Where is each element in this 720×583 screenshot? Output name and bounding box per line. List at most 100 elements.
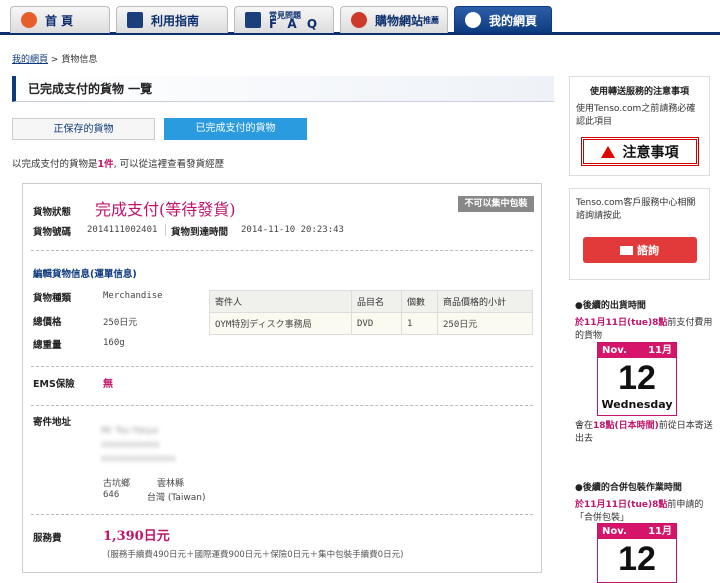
packing-date: 於11月11日(tue) — [575, 500, 653, 510]
table-row: OYM特別ディスク事務局 DVD 1 250日元 — [209, 312, 533, 335]
status-value: 完成支付(等待發貨) — [95, 200, 236, 219]
divider — [31, 514, 533, 515]
status-label: 貨物狀態 — [33, 207, 72, 218]
packing-title: ●後續的合併包裝作業時間 — [575, 483, 682, 493]
faq-icon — [245, 12, 261, 28]
address-line-blurred: xxxxxxxxxxx — [101, 440, 160, 450]
cal-day: 12 — [618, 540, 656, 578]
arrival-time-label: 貨物到達時間 — [171, 227, 229, 238]
cell-subtotal: 250日元 — [437, 312, 533, 335]
notice-button[interactable]: 注意事項 — [580, 137, 699, 166]
note-prefix: 以完成支付的貨物是 — [12, 159, 98, 170]
notice-text: 使用Tenso.com之前請務必確認此項目 — [576, 104, 696, 127]
breadcrumb-home-link[interactable]: 我的網頁 — [12, 55, 48, 65]
divider — [31, 250, 533, 251]
mypage-icon — [465, 12, 481, 28]
service-fee-value: 1,390日元 — [103, 529, 170, 544]
tab-home[interactable]: 首 頁 — [10, 6, 110, 33]
cal-month-num: 11月 — [648, 345, 672, 356]
cell-quantity: 1 — [401, 312, 438, 335]
ems-insurance-label: EMS保險 — [33, 379, 75, 390]
table-header-row: 寄件人 品目名 個數 商品價格的小計 — [209, 290, 533, 313]
tab-saved-items[interactable]: 正保存的貨物 — [12, 118, 155, 140]
notice-button-label: 注意事項 — [622, 144, 679, 161]
items-table: 寄件人 品目名 個數 商品價格的小計 OYM特別ディスク事務局 DVD 1 25… — [209, 290, 533, 335]
address-zip: 646 — [103, 490, 120, 500]
contact-button[interactable]: 諮詢 — [582, 237, 697, 263]
edit-item-info-link[interactable]: 編輯貨物信息(運單信息) — [33, 266, 137, 280]
cal-month: Nov. — [602, 345, 627, 356]
packing-calendar: Nov. 11月 12 — [597, 523, 677, 583]
item-type-label: 貨物種類 — [33, 293, 72, 304]
item-number-value: 2014111002401 — [87, 225, 158, 235]
cal-day: 12 — [618, 359, 656, 397]
service-fee-label: 服務費 — [33, 533, 62, 544]
col-sender: 寄件人 — [209, 290, 352, 313]
shipping-after-note: 會在18點(日本時間)前從日本寄送出去 — [575, 420, 715, 446]
shipping-calendar: Nov. 11月 12 Wednesday — [597, 342, 677, 416]
item-type-value: Merchandise — [103, 291, 163, 301]
tab-guide-label: 利用指南 — [151, 13, 200, 28]
tab-faq[interactable]: 常見問題 F A Q — [234, 6, 334, 33]
address-county: 雲林縣 — [157, 479, 185, 489]
tab-paid-items[interactable]: 已完成支付的貨物 — [164, 118, 307, 140]
warning-icon — [600, 145, 615, 158]
tab-mypage[interactable]: 我的網頁 — [454, 6, 552, 33]
tab-shopping-label: 購物網站 — [375, 13, 424, 28]
shipping-title: ●後續的出貨時間 — [575, 301, 646, 311]
contact-text: Tenso.com客戶服務中心相關諮詢請按此 — [576, 198, 696, 221]
cal-month: Nov. — [602, 526, 627, 537]
col-subtotal: 商品價格的小計 — [437, 290, 533, 313]
notice-panel: 使用轉送服務的注意事項 使用Tenso.com之前請務必確認此項目 注意事項 — [569, 76, 710, 176]
col-item-name: 品目名 — [351, 290, 402, 313]
cell-sender: OYM特別ディスク事務局 — [209, 312, 352, 335]
book-icon — [127, 12, 143, 28]
ems-insurance-value: 無 — [103, 379, 113, 390]
tab-mypage-label: 我的網頁 — [489, 13, 538, 28]
divider — [31, 405, 533, 406]
total-price-value: 250日元 — [103, 318, 138, 328]
shipping-hour: 8點 — [652, 318, 668, 328]
arrival-time-value: 2014-11-10 20:23:43 — [241, 225, 344, 235]
tab-shopping-suffix: 推薦 — [423, 15, 440, 25]
contact-button-label: 諮詢 — [637, 244, 659, 257]
tab-shopping[interactable]: 購物網站 推薦 — [340, 6, 448, 33]
address-label: 寄件地址 — [33, 417, 72, 428]
ship-after-prefix: 會在 — [575, 421, 594, 431]
address-line-blurred: xxxxxxxxxxxxxx — [101, 454, 176, 464]
paid-items-note: 以完成支付的貨物是1件, 可以從這裡查看發貨經歷 — [12, 156, 224, 170]
address-township: 古坑鄉 — [103, 479, 131, 489]
cell-item-name: DVD — [351, 312, 402, 335]
note-suffix: , 可以從這裡查看發貨經歷 — [113, 159, 225, 170]
shipping-schedule: ●後續的出貨時間 於11月11日(tue)8點前支付費用的貨物 — [575, 300, 715, 343]
address-line-blurred: Mr Tso Haiya — [101, 426, 159, 436]
shipment-detail-panel: 貨物狀態 完成支付(等待發貨) 不可以集中包裝 貨物號碼 20141110024… — [22, 183, 542, 573]
contact-panel: Tenso.com客戶服務中心相關諮詢請按此 諮詢 — [569, 188, 710, 280]
breadcrumb-current: 貨物信息 — [61, 55, 98, 65]
cal-weekday: Wednesday — [601, 398, 673, 411]
col-quantity: 個數 — [401, 290, 438, 313]
breadcrumb-separator: > — [50, 55, 59, 65]
total-weight-value: 160g — [103, 338, 125, 348]
home-icon — [21, 12, 37, 28]
address-country: 台灣 (Taiwan) — [147, 493, 206, 503]
item-number-label: 貨物號碼 — [33, 227, 72, 238]
no-consolidation-badge: 不可以集中包裝 — [458, 196, 534, 212]
tab-faq-label: F A Q — [269, 16, 321, 31]
packing-hour: 8點 — [652, 500, 668, 510]
top-navigation: 首 頁 利用指南 常見問題 F A Q 購物網站 推薦 我的網頁 — [0, 0, 720, 35]
divider — [31, 366, 533, 367]
divider — [165, 224, 166, 236]
total-weight-label: 總重量 — [33, 340, 62, 351]
page-title: 已完成支付的貨物 一覽 — [12, 76, 554, 102]
tab-home-label: 首 頁 — [45, 13, 74, 28]
shopping-icon — [351, 12, 367, 28]
tab-guide[interactable]: 利用指南 — [116, 6, 228, 33]
service-fee-breakdown: (服務手續費490日元＋國際運費900日元＋保險0日元＋集中包裝手續費0日元) — [107, 550, 404, 560]
notice-title: 使用轉送服務的注意事項 — [589, 87, 689, 97]
breadcrumb: 我的網頁 > 貨物信息 — [12, 52, 97, 65]
envelope-icon — [620, 245, 633, 255]
ship-after-time: 18點(日本時間) — [593, 421, 659, 431]
note-count: 1件 — [97, 159, 114, 170]
packing-schedule: ●後續的合併包裝作業時間 於11月11日(tue)8點前申請的「合併包裝」 — [575, 482, 715, 525]
